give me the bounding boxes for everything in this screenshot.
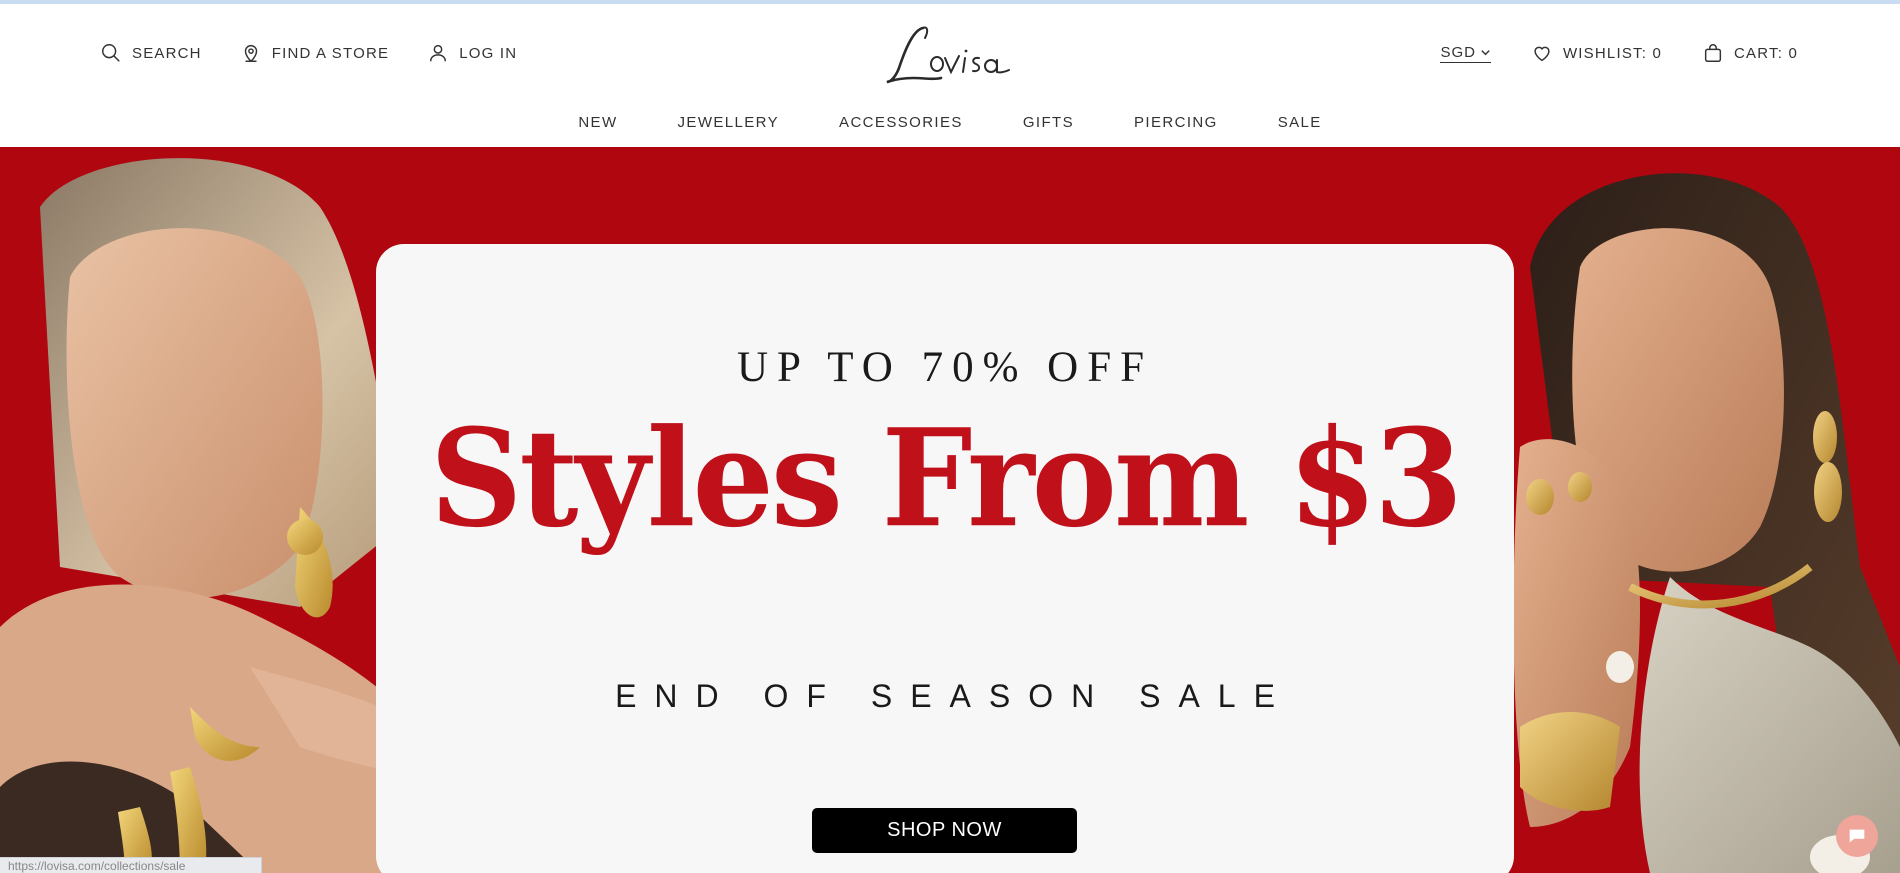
nav-item-new[interactable]: NEW xyxy=(578,114,617,131)
heart-icon xyxy=(1534,46,1550,62)
log-in-label: LOG IN xyxy=(459,44,518,62)
chat-button[interactable] xyxy=(1836,815,1878,857)
user-icon xyxy=(430,44,447,62)
nav-item-piercing[interactable]: PIERCING xyxy=(1134,114,1218,131)
nav-item-gifts[interactable]: GIFTS xyxy=(1023,114,1074,131)
shop-now-button[interactable]: SHOP NOW xyxy=(812,808,1077,853)
currency-selector[interactable]: SGD xyxy=(1440,44,1491,63)
hero-banner[interactable]: UP TO 70% OFF Styles From $3 END OF SEAS… xyxy=(0,147,1900,873)
promo-eyebrow: UP TO 70% OFF xyxy=(736,344,1154,391)
main-navigation: NEW JEWELLERY ACCESSORIES GIFTS PIERCING… xyxy=(0,114,1900,131)
chat-icon xyxy=(1849,829,1865,843)
chevron-down-icon xyxy=(1481,49,1490,55)
find-a-store-label: FIND A STORE xyxy=(271,44,390,62)
lovisa-logo-mark xyxy=(886,26,1010,84)
promo-headline: Styles From $3 xyxy=(429,400,1463,558)
wishlist-label: WISHLIST: 0 xyxy=(1562,44,1663,62)
status-bar-url: https://lovisa.com/collections/sale xyxy=(0,857,262,873)
shopping-bag-icon xyxy=(1704,44,1722,62)
cart-link[interactable]: CART: 0 xyxy=(1702,42,1798,64)
location-pin-icon xyxy=(244,45,257,63)
log-in-link[interactable]: LOG IN xyxy=(427,42,517,64)
site-header: SEARCH FIND A STORE LOG IN SGD WISHLIST:… xyxy=(0,4,1900,147)
promo-subheading: END OF SEASON SALE xyxy=(615,678,1293,714)
wishlist-link[interactable]: WISHLIST: 0 xyxy=(1531,42,1662,64)
currency-label: SGD xyxy=(1440,43,1476,61)
search-label: SEARCH xyxy=(132,44,202,62)
utility-nav-left: SEARCH FIND A STORE LOG IN xyxy=(100,42,517,64)
find-a-store-link[interactable]: FIND A STORE xyxy=(240,42,389,64)
lovisa-logo[interactable] xyxy=(883,20,1013,90)
search-link[interactable]: SEARCH xyxy=(100,42,202,64)
promo-card: UP TO 70% OFF Styles From $3 END OF SEAS… xyxy=(376,244,1514,873)
nav-item-jewellery[interactable]: JEWELLERY xyxy=(678,114,780,131)
utility-nav-right: SGD WISHLIST: 0 CART: 0 xyxy=(1440,42,1798,64)
nav-item-sale[interactable]: SALE xyxy=(1278,114,1322,131)
search-icon xyxy=(102,44,120,62)
model-right-image xyxy=(1513,173,1900,873)
nav-item-accessories[interactable]: ACCESSORIES xyxy=(839,114,963,131)
cart-label: CART: 0 xyxy=(1734,44,1798,62)
